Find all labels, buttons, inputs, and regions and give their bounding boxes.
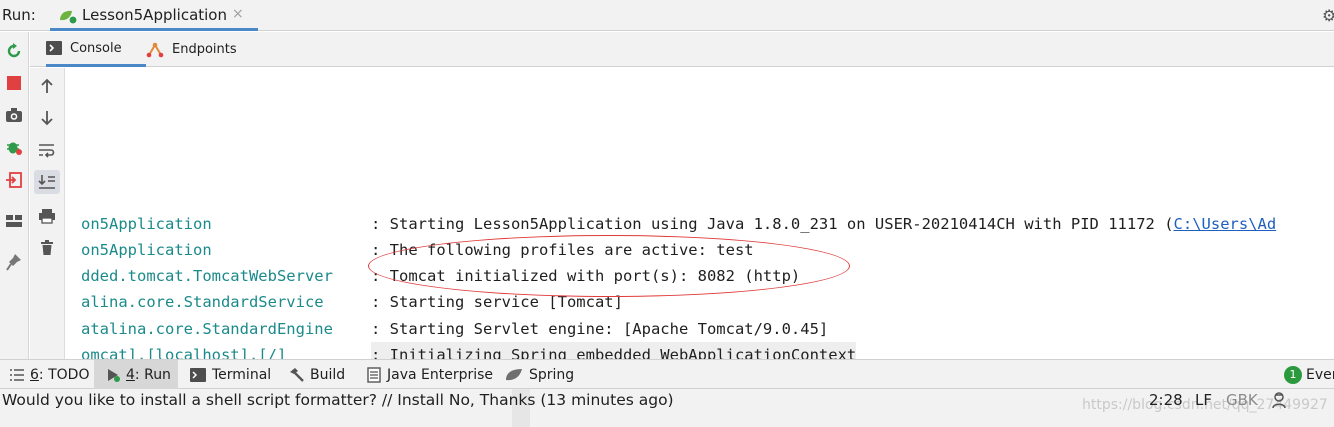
run-subtabs: Console Endpoints [30, 32, 1334, 67]
log-message: : Starting service [Tomcat] [371, 293, 623, 311]
log-message: : Starting Servlet engine: [Apache Tomca… [371, 320, 829, 338]
path-link[interactable]: C:\Users\Ad [1174, 215, 1277, 233]
debug-bug-icon[interactable] [2, 136, 26, 158]
status-bar: Would you like to install a shell script… [0, 389, 1334, 427]
run-label: Run: [2, 6, 36, 24]
close-icon[interactable]: × [232, 6, 244, 22]
scroll-to-end-icon[interactable] [34, 170, 60, 194]
tool-window-terminal[interactable]: Terminal [190, 360, 271, 389]
event-log-label: Even [1306, 366, 1334, 383]
log-message: : The following profiles are active: tes… [371, 241, 754, 259]
terminal-icon [190, 367, 206, 382]
print-icon[interactable] [34, 204, 60, 228]
up-arrow-icon[interactable] [34, 74, 60, 98]
logger-name: dded.tomcat.TomcatWebServer [81, 267, 333, 285]
camera-dump-threads-icon[interactable] [2, 104, 26, 126]
gear-icon[interactable]: ⚙ [1322, 6, 1334, 25]
caret-position[interactable]: 2:28 [1149, 391, 1183, 409]
tab-console-label: Console [70, 40, 122, 56]
tool-window-todo[interactable]: 6: TODO [6, 360, 93, 389]
logger-name: alina.core.StandardService [81, 293, 324, 311]
console-icon [46, 41, 62, 55]
endpoints-icon [146, 42, 164, 58]
console-toolbar [30, 68, 65, 359]
hammer-icon [288, 367, 304, 383]
spring-leaf-icon [505, 368, 523, 382]
run-title-bar: Run: Lesson5Application × ⚙ [0, 0, 1334, 31]
log-message: : Initializing Spring embedded WebApplic… [371, 342, 857, 359]
file-encoding[interactable]: GBK [1226, 391, 1258, 409]
event-log[interactable]: 1 Even [1284, 360, 1334, 389]
run-tab-lesson5application[interactable]: Lesson5Application × [50, 0, 258, 31]
soft-wrap-icon[interactable] [34, 138, 60, 162]
down-arrow-icon[interactable] [34, 106, 60, 130]
tool-window-java-enterprise[interactable]: Java Enterprise [367, 360, 493, 389]
logger-name: omcat].[localhost].[/] [81, 346, 287, 359]
logger-name: on5Application [81, 215, 212, 233]
tab-endpoints[interactable]: Endpoints [146, 32, 256, 67]
layout-icon[interactable] [2, 210, 26, 232]
tool-window-spring[interactable]: Spring [505, 360, 574, 389]
tool-window-bar: 6: TODO 4: Run Terminal Build Java Enter… [0, 359, 1334, 389]
exit-icon[interactable] [2, 169, 26, 191]
pin-icon[interactable] [2, 251, 26, 273]
status-notification[interactable]: Would you like to install a shell script… [2, 391, 674, 409]
tab-endpoints-label: Endpoints [172, 42, 237, 57]
list-icon [10, 368, 24, 381]
spring-boot-app-icon [58, 8, 78, 25]
logger-name: on5Application [81, 241, 212, 259]
tab-console[interactable]: Console [46, 32, 146, 67]
console-output[interactable]: on5Application : Starting Lesson5Applica… [66, 68, 1334, 359]
stop-icon[interactable] [2, 72, 26, 94]
trash-icon[interactable] [34, 236, 60, 260]
rerun-icon[interactable] [2, 40, 26, 62]
tool-window-build[interactable]: Build [288, 360, 345, 389]
event-count-badge: 1 [1284, 365, 1302, 384]
run-left-toolbar [0, 32, 29, 359]
log-message: : Tomcat initialized with port(s): 8082 … [371, 267, 801, 285]
run-tab-title: Lesson5Application [82, 6, 227, 24]
logger-name: atalina.core.StandardEngine [81, 320, 333, 338]
java-enterprise-icon [367, 366, 381, 383]
tool-window-run[interactable]: 4: Run [94, 360, 178, 389]
run-icon [106, 368, 120, 382]
log-message: : Starting Lesson5Application using Java… [371, 215, 1277, 233]
inspector-icon[interactable] [1270, 391, 1288, 413]
line-separator[interactable]: LF [1195, 391, 1212, 409]
